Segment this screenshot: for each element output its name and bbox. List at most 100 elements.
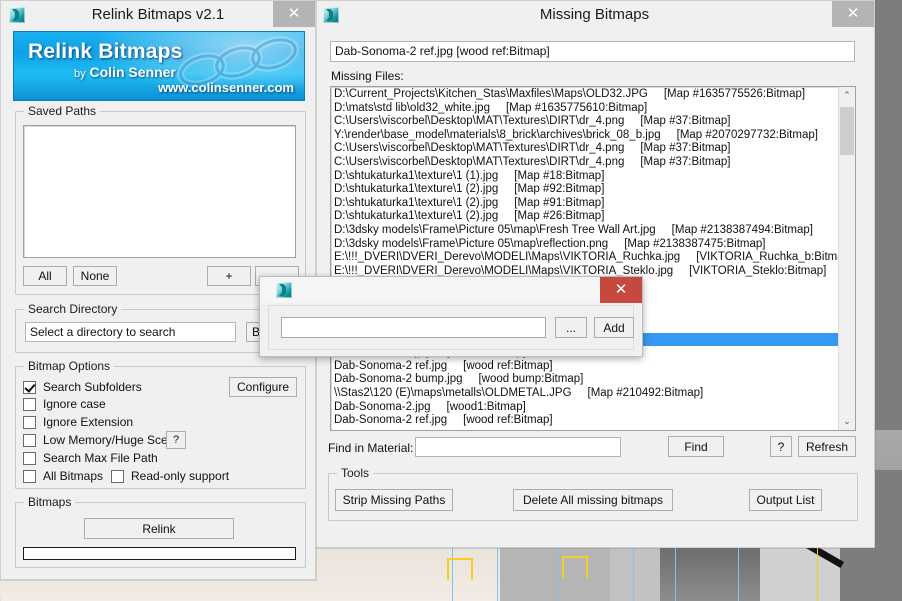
missing-file-row[interactable]: D:\shtukaturka1\texture\1 (1).jpg [Map #…: [332, 170, 840, 184]
checkbox-label: Ignore Extension: [43, 415, 134, 429]
missing-file-path: D:\mats\std lib\old32_white.jpg: [334, 101, 490, 114]
checkbox-box-icon: [23, 451, 36, 465]
viewport-stool-1: [447, 558, 473, 580]
search-directory-input[interactable]: Select a directory to search: [25, 322, 236, 342]
missing-file-map-id: [Map #2138387494:Bitmap]: [671, 223, 813, 236]
missing-file-row[interactable]: E:\!!!_DVERI\DVERI_Derevo\MODELI\Maps\VI…: [332, 251, 840, 265]
banner-url: www.colinsenner.com: [157, 80, 294, 95]
missing-file-row[interactable]: C:\Users\viscorbel\Desktop\MAT\Textures\…: [332, 142, 840, 156]
find-in-material-label: Find in Material:: [328, 441, 414, 455]
checkbox-low-memory-huge-scene[interactable]: Low Memory/Huge Scene: [23, 433, 181, 447]
missing-files-scrollbar[interactable]: ⌃ ⌄: [838, 87, 855, 430]
checkbox-ignore-case[interactable]: Ignore case: [23, 397, 106, 411]
bitmap-options-legend: Bitmap Options: [24, 359, 115, 373]
relink-progress-bar: [23, 547, 296, 560]
missing-file-row[interactable]: D:\shtukaturka1\texture\1 (2).jpg [Map #…: [332, 197, 840, 211]
missing-file-gap: [498, 210, 514, 224]
scrollbar-thumb[interactable]: [840, 107, 854, 155]
add-path-confirm-button[interactable]: Add: [594, 317, 634, 338]
configure-button[interactable]: Configure: [229, 377, 297, 397]
max-logo-icon: [276, 282, 292, 298]
saved-paths-listbox[interactable]: [23, 125, 296, 258]
missing-file-row[interactable]: Dab-Sonoma-2 bump.jpg [wood bump:Bitmap]: [332, 373, 840, 387]
missing-file-gap: [498, 170, 514, 184]
missing-files-listbox[interactable]: D:\Current_Projects\Kitchen_Stas\Maxfile…: [330, 86, 856, 431]
checkbox-read-only-support[interactable]: Read-only support: [111, 469, 229, 483]
missing-file-row[interactable]: D:\shtukaturka1\texture\1 (2).jpg [Map #…: [332, 183, 840, 197]
missing-file-path: D:\shtukaturka1\texture\1 (1).jpg: [334, 169, 499, 182]
browse-path-button[interactable]: ...: [555, 317, 587, 338]
help-button[interactable]: ?: [770, 436, 792, 457]
missing-file-map-id: [Map #37:Bitmap]: [640, 142, 731, 155]
missing-file-row[interactable]: D:\3dsky models\Frame\Picture 05\map\ref…: [332, 238, 840, 252]
refresh-button[interactable]: Refresh: [798, 436, 856, 457]
missing-file-path: Dab-Sonoma-2 bump.jpg: [334, 373, 463, 386]
checkbox-label: Read-only support: [131, 469, 230, 483]
missing-file-row[interactable]: C:\Users\viscorbel\Desktop\MAT\Textures\…: [332, 115, 840, 129]
missing-files-rows[interactable]: D:\Current_Projects\Kitchen_Stas\Maxfile…: [332, 88, 840, 428]
relink-banner: Relink Bitmaps by Colin Senner www.colin…: [13, 31, 305, 101]
missing-file-row[interactable]: D:\Current_Projects\Kitchen_Stas\Maxfile…: [332, 88, 840, 102]
missing-file-gap: [661, 129, 677, 143]
missing-file-row[interactable]: D:\3dsky models\Frame\Picture 05\map\Fre…: [332, 224, 840, 238]
relink-close-button[interactable]: ✕: [273, 1, 315, 27]
missing-file-path: E:\!!!_DVERI\DVERI_Derevo\MODELI\Maps\VI…: [334, 251, 681, 264]
missing-file-gap: [624, 156, 640, 170]
low-memory-help-button[interactable]: ?: [166, 431, 186, 449]
select-all-button[interactable]: All: [23, 266, 67, 286]
missing-file-gap: [498, 197, 514, 211]
add-path-input[interactable]: [281, 317, 546, 338]
strip-missing-paths-button[interactable]: Strip Missing Paths: [335, 489, 453, 511]
missing-file-map-id: [Map #2138387475:Bitmap]: [624, 237, 766, 250]
current-bitmap-path-field[interactable]: Dab-Sonoma-2 ref.jpg [wood ref:Bitmap]: [330, 41, 855, 62]
missing-file-path: D:\shtukaturka1\texture\1 (2).jpg: [334, 210, 499, 223]
checkbox-label: Ignore case: [43, 397, 106, 411]
missing-file-gap: [624, 115, 640, 129]
missing-bitmaps-close-button[interactable]: ✕: [832, 1, 874, 27]
banner-title: Relink Bitmaps: [28, 40, 183, 63]
delete-all-missing-bitmaps-button[interactable]: Delete All missing bitmaps: [513, 489, 673, 511]
missing-file-gap: [608, 238, 624, 252]
find-button[interactable]: Find: [668, 436, 724, 457]
scroll-up-icon[interactable]: ⌃: [839, 87, 855, 104]
output-list-button[interactable]: Output List: [749, 489, 822, 511]
select-none-button[interactable]: None: [73, 266, 117, 286]
missing-file-path: D:\3dsky models\Frame\Picture 05\map\ref…: [334, 237, 609, 250]
missing-bitmaps-titlebar[interactable]: Missing Bitmaps ✕: [315, 1, 874, 29]
relink-button[interactable]: Relink: [84, 518, 234, 539]
checkbox-label: Low Memory/Huge Scene: [43, 433, 182, 447]
find-in-material-input[interactable]: [415, 437, 621, 457]
missing-file-path: C:\Users\viscorbel\Desktop\MAT\Textures\…: [334, 155, 625, 168]
checkbox-box-icon: [23, 433, 36, 447]
missing-file-row[interactable]: Dab-Sonoma-2 ref.jpg [wood ref:Bitmap]: [332, 360, 840, 374]
checkbox-label: Search Max File Path: [43, 451, 158, 465]
checkbox-ignore-extension[interactable]: Ignore Extension: [23, 415, 133, 429]
scroll-down-icon[interactable]: ⌄: [839, 413, 855, 430]
add-path-button[interactable]: +: [207, 266, 251, 286]
missing-file-gap: [673, 265, 689, 279]
viewport-stool-2: [562, 556, 588, 578]
banner-author-name: Colin Senner: [89, 64, 176, 80]
checkbox-box-icon: [23, 380, 36, 394]
missing-file-row[interactable]: D:\shtukaturka1\texture\1 (2).jpg [Map #…: [332, 210, 840, 224]
checkbox-box-icon: [23, 415, 36, 429]
missing-file-row[interactable]: Dab-Sonoma-2.jpg [wood1:Bitmap]: [332, 401, 840, 415]
missing-file-path: Y:\render\base_model\materials\8_brick\a…: [334, 128, 661, 141]
missing-file-gap: [431, 401, 447, 415]
missing-file-row[interactable]: \\Stas2\120 (E)\maps\metalls\OLDMETAL.JP…: [332, 387, 840, 401]
checkbox-all-bitmaps[interactable]: All Bitmaps: [23, 469, 103, 483]
missing-file-map-id: [Map #1635775610:Bitmap]: [505, 101, 648, 114]
missing-file-row[interactable]: Dab-Sonoma-2 ref.jpg [wood ref:Bitmap]: [332, 414, 840, 428]
max-logo-icon: [323, 7, 339, 23]
add-path-dialog-titlebar[interactable]: ✕: [260, 277, 642, 303]
missing-file-row[interactable]: C:\Users\viscorbel\Desktop\MAT\Textures\…: [332, 156, 840, 170]
missing-file-row[interactable]: D:\mats\std lib\old32_white.jpg [Map #16…: [332, 102, 840, 116]
banner-by-word: by: [74, 68, 86, 80]
missing-file-path: Dab-Sonoma-2.jpg: [334, 400, 431, 413]
missing-file-map-id: [wood ref:Bitmap]: [463, 414, 553, 427]
checkbox-search-subfolders[interactable]: Search Subfolders: [23, 380, 142, 394]
missing-file-row[interactable]: Y:\render\base_model\materials\8_brick\a…: [332, 129, 840, 143]
relink-titlebar[interactable]: Relink Bitmaps v2.1 ✕: [1, 1, 315, 29]
add-path-close-button[interactable]: ✕: [600, 277, 642, 303]
checkbox-search-max-file-path[interactable]: Search Max File Path: [23, 451, 158, 465]
